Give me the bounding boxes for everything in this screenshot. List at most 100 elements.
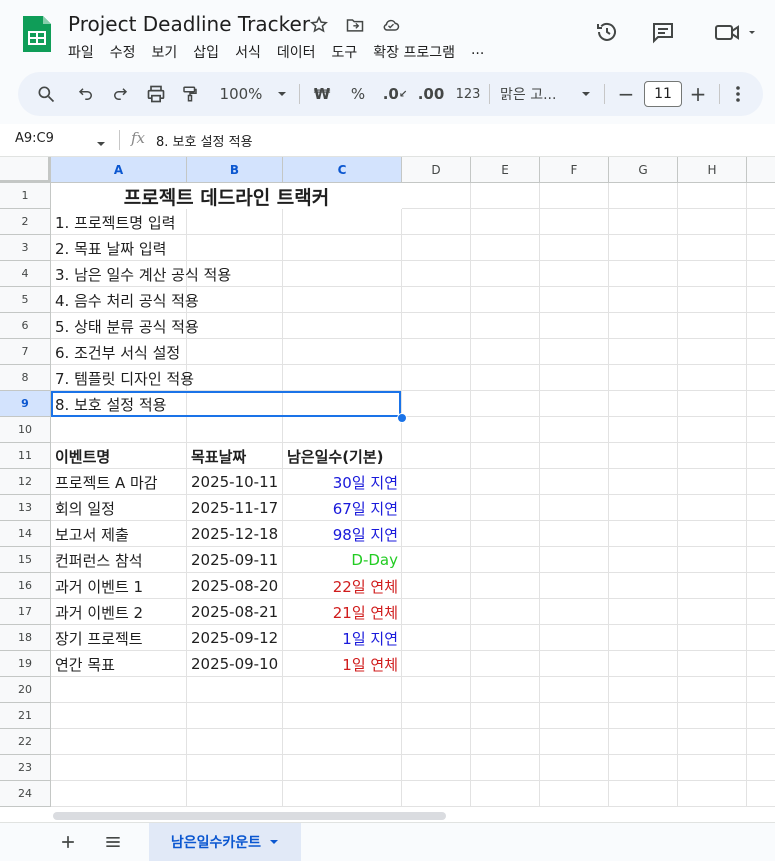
menu-file[interactable]: 파일 <box>68 42 102 62</box>
font-size-input[interactable]: 11 <box>644 81 682 107</box>
cloud-saved-icon[interactable] <box>380 14 402 36</box>
event-remaining-cell[interactable]: 1일 지연 <box>283 625 402 651</box>
table-header-cell[interactable]: 이벤트명 <box>51 443 187 469</box>
row-header-6[interactable]: 6 <box>0 313 51 339</box>
step-cell[interactable]: 2. 목표 날짜 입력 <box>51 235 402 261</box>
event-name-cell[interactable]: 보고서 제출 <box>51 521 187 547</box>
row-header-11[interactable]: 11 <box>0 443 51 469</box>
font-size-increase-button[interactable]: + <box>688 72 708 116</box>
row-header-4[interactable]: 4 <box>0 261 51 287</box>
row-header-8[interactable]: 8 <box>0 365 51 391</box>
row-header-23[interactable]: 23 <box>0 755 51 781</box>
font-family-select[interactable]: 맑은 고... <box>500 72 572 116</box>
row-header-9[interactable]: 9 <box>0 391 51 417</box>
row-header-15[interactable]: 15 <box>0 547 51 573</box>
event-remaining-cell[interactable]: 98일 지연 <box>283 521 402 547</box>
row-header-21[interactable]: 21 <box>0 703 51 729</box>
print-icon[interactable] <box>144 72 168 116</box>
column-header-b[interactable]: B <box>187 157 283 183</box>
event-date-cell[interactable]: 2025-08-21 <box>187 599 283 625</box>
more-formats-button[interactable]: 123 <box>452 72 484 116</box>
event-date-cell[interactable]: 2025-10-11 <box>187 469 283 495</box>
column-header-g[interactable]: G <box>609 157 678 183</box>
horizontal-scrollbar[interactable] <box>53 812 446 820</box>
comment-icon[interactable] <box>649 18 677 46</box>
row-header-24[interactable]: 24 <box>0 781 51 807</box>
sheets-logo-icon[interactable] <box>21 14 53 54</box>
menu-format[interactable]: 서식 <box>235 42 269 62</box>
column-header-e[interactable]: E <box>471 157 540 183</box>
column-header-d[interactable]: D <box>402 157 471 183</box>
formula-input[interactable]: 8. 보호 설정 적용 <box>156 131 253 150</box>
add-sheet-icon[interactable] <box>58 832 78 856</box>
event-name-cell[interactable]: 컨퍼런스 참석 <box>51 547 187 573</box>
row-header-1[interactable]: 1 <box>0 183 51 209</box>
row-header-13[interactable]: 13 <box>0 495 51 521</box>
column-header-a[interactable]: A <box>51 157 187 183</box>
font-dropdown-icon[interactable] <box>578 72 594 116</box>
undo-icon[interactable] <box>74 72 98 116</box>
more-vert-icon[interactable] <box>728 72 748 116</box>
row-header-5[interactable]: 5 <box>0 287 51 313</box>
redo-icon[interactable] <box>108 72 132 116</box>
menu-more[interactable]: ... <box>471 42 492 62</box>
row-header-14[interactable]: 14 <box>0 521 51 547</box>
spreadsheet-grid[interactable]: A B C D E F G H 1 2 3 4 5 6 7 8 9 10 11 12 13 14 15 16 17 18 19 20 2… <box>0 157 775 822</box>
history-icon[interactable] <box>593 18 621 46</box>
fill-handle[interactable] <box>397 413 407 423</box>
increase-decimal-button[interactable]: .00 <box>416 72 446 116</box>
event-name-cell[interactable]: 과거 이벤트 1 <box>51 573 187 599</box>
step-cell[interactable]: 5. 상태 분류 공식 적용 <box>51 313 402 339</box>
event-date-cell[interactable]: 2025-12-18 <box>187 521 283 547</box>
column-header-c[interactable]: C <box>283 157 402 183</box>
percent-format-button[interactable]: % <box>346 72 370 116</box>
paint-format-icon[interactable] <box>178 72 202 116</box>
event-date-cell[interactable]: 2025-11-17 <box>187 495 283 521</box>
select-all-corner[interactable] <box>0 157 51 183</box>
row-header-10[interactable]: 10 <box>0 417 51 443</box>
table-header-cell[interactable]: 목표날짜 <box>187 443 283 469</box>
event-name-cell[interactable]: 과거 이벤트 2 <box>51 599 187 625</box>
row-header-7[interactable]: 7 <box>0 339 51 365</box>
sheet-tab-active[interactable]: 남은일수카운트 <box>149 823 301 861</box>
menu-extensions[interactable]: 확장 프로그램 <box>373 42 463 62</box>
table-header-cell[interactable]: 남은일수(기본) <box>283 443 402 469</box>
row-header-17[interactable]: 17 <box>0 599 51 625</box>
search-icon[interactable] <box>34 72 58 116</box>
font-size-decrease-button[interactable]: − <box>616 72 636 116</box>
zoom-value[interactable]: 100% <box>216 72 266 116</box>
event-remaining-cell[interactable]: 22일 연체 <box>283 573 402 599</box>
event-name-cell[interactable]: 프로젝트 A 마감 <box>51 469 187 495</box>
menu-view[interactable]: 보기 <box>152 42 186 62</box>
row-header-18[interactable]: 18 <box>0 625 51 651</box>
event-remaining-cell[interactable]: 67일 지연 <box>283 495 402 521</box>
row-header-22[interactable]: 22 <box>0 729 51 755</box>
move-folder-icon[interactable] <box>344 14 366 36</box>
step-cell[interactable]: 4. 음수 처리 공식 적용 <box>51 287 402 313</box>
row-header-2[interactable]: 2 <box>0 209 51 235</box>
meet-icon[interactable] <box>710 18 760 46</box>
step-cell[interactable]: 7. 템플릿 디자인 적용 <box>51 365 402 391</box>
currency-format-button[interactable]: ₩ <box>310 72 334 116</box>
row-header-3[interactable]: 3 <box>0 235 51 261</box>
star-icon[interactable] <box>308 14 330 36</box>
column-header-h[interactable]: H <box>678 157 747 183</box>
event-date-cell[interactable]: 2025-09-12 <box>187 625 283 651</box>
row-header-19[interactable]: 19 <box>0 651 51 677</box>
sheet-tab-dropdown-icon[interactable] <box>269 837 279 847</box>
menu-edit[interactable]: 수정 <box>110 42 144 62</box>
menu-insert[interactable]: 삽입 <box>193 42 227 62</box>
menu-data[interactable]: 데이터 <box>277 42 324 62</box>
row-header-12[interactable]: 12 <box>0 469 51 495</box>
row-header-16[interactable]: 16 <box>0 573 51 599</box>
column-header-f[interactable]: F <box>540 157 609 183</box>
event-remaining-cell[interactable]: 21일 연체 <box>283 599 402 625</box>
zoom-dropdown-icon[interactable] <box>274 72 290 116</box>
event-name-cell[interactable]: 회의 일정 <box>51 495 187 521</box>
row-header-20[interactable]: 20 <box>0 677 51 703</box>
event-remaining-cell[interactable]: D-Day <box>283 547 402 573</box>
menu-tools[interactable]: 도구 <box>331 42 365 62</box>
step-cell[interactable]: 3. 남은 일수 계산 공식 적용 <box>51 261 402 287</box>
event-date-cell[interactable]: 2025-09-11 <box>187 547 283 573</box>
event-name-cell[interactable]: 연간 목표 <box>51 651 187 677</box>
